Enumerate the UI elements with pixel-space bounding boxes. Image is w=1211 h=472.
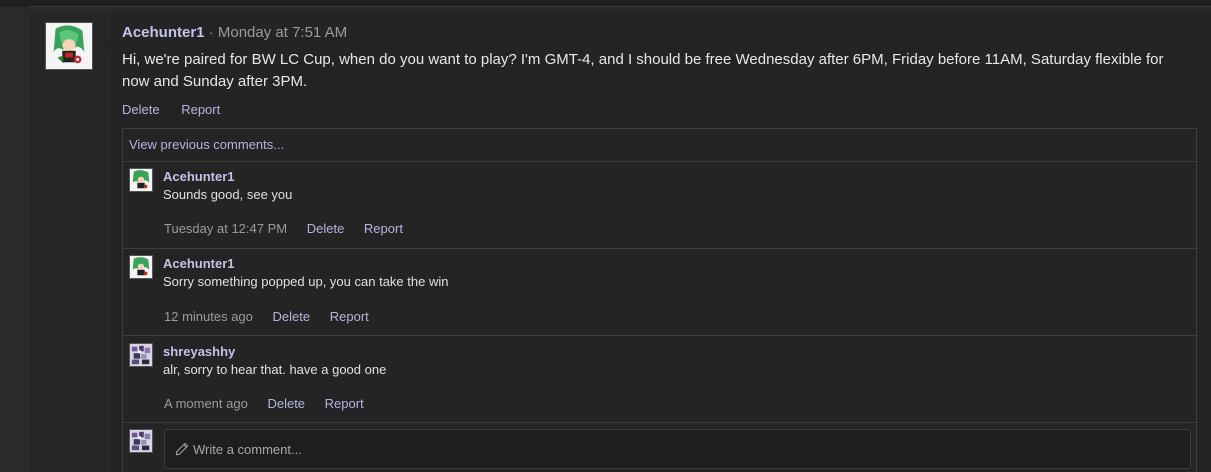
comment-divider bbox=[123, 161, 1198, 162]
post-timestamp[interactable]: Monday at 7:51 AM bbox=[218, 24, 347, 41]
comment-timestamp[interactable]: 12 minutes ago bbox=[164, 309, 253, 324]
post-report-link[interactable]: Report bbox=[181, 102, 220, 117]
pencil-icon bbox=[175, 442, 189, 456]
trainer-avatar-icon bbox=[130, 256, 152, 278]
comment-delete-link[interactable]: Delete bbox=[273, 309, 311, 324]
post-actions: Delete Report bbox=[122, 102, 238, 117]
comment-text: alr, sorry to hear that. have a good one bbox=[163, 362, 387, 377]
comment-delete-link[interactable]: Delete bbox=[307, 221, 345, 236]
comment-meta: 12 minutes ago Delete Report bbox=[164, 309, 385, 324]
comment-timestamp[interactable]: A moment ago bbox=[164, 396, 248, 411]
current-user-avatar[interactable] bbox=[129, 429, 153, 453]
post-delete-link[interactable]: Delete bbox=[122, 102, 160, 117]
trainer-avatar-icon bbox=[46, 23, 92, 69]
pixel-avatar-icon bbox=[130, 344, 152, 366]
comment-avatar[interactable] bbox=[129, 168, 153, 192]
view-previous-comments-link[interactable]: View previous comments... bbox=[129, 137, 284, 152]
comment-divider bbox=[123, 422, 1198, 423]
post-pointer bbox=[100, 38, 111, 54]
comment-meta: A moment ago Delete Report bbox=[164, 396, 380, 411]
trainer-avatar-icon bbox=[130, 169, 152, 191]
pixel-avatar-icon bbox=[130, 430, 152, 452]
post-author-name[interactable]: Acehunter1 bbox=[122, 24, 205, 41]
post-header: Acehunter1 · Monday at 7:51 AM bbox=[122, 24, 347, 41]
post-body: Hi, we're paired for BW LC Cup, when do … bbox=[122, 51, 1164, 90]
comment-text: Sounds good, see you bbox=[163, 187, 293, 202]
comment-author-name[interactable]: Acehunter1 bbox=[163, 256, 235, 271]
comments-section: View previous comments... Acehunter1 Sou… bbox=[122, 128, 1198, 472]
comment-meta: Tuesday at 12:47 PM Delete Report bbox=[164, 221, 419, 236]
message-gutter bbox=[30, 11, 111, 472]
comment-timestamp[interactable]: Tuesday at 12:47 PM bbox=[164, 221, 287, 236]
top-border-line bbox=[30, 6, 1211, 7]
comment-divider bbox=[123, 248, 1198, 249]
header-separator: · bbox=[208, 24, 214, 41]
comment-delete-link[interactable]: Delete bbox=[267, 396, 305, 411]
comment-report-link[interactable]: Report bbox=[325, 396, 364, 411]
comment-author-name[interactable]: shreyashhy bbox=[163, 344, 235, 359]
comment-input[interactable] bbox=[189, 441, 1190, 457]
comment-author-name[interactable]: Acehunter1 bbox=[163, 169, 235, 184]
comment-divider bbox=[123, 335, 1198, 336]
comment-report-link[interactable]: Report bbox=[364, 221, 403, 236]
comment-report-link[interactable]: Report bbox=[330, 309, 369, 324]
write-comment-field[interactable] bbox=[164, 429, 1191, 469]
post-author-avatar[interactable] bbox=[45, 22, 93, 70]
comment-avatar[interactable] bbox=[129, 255, 153, 279]
comment-avatar[interactable] bbox=[129, 343, 153, 367]
comment-text: Sorry something popped up, you can take … bbox=[163, 274, 449, 289]
